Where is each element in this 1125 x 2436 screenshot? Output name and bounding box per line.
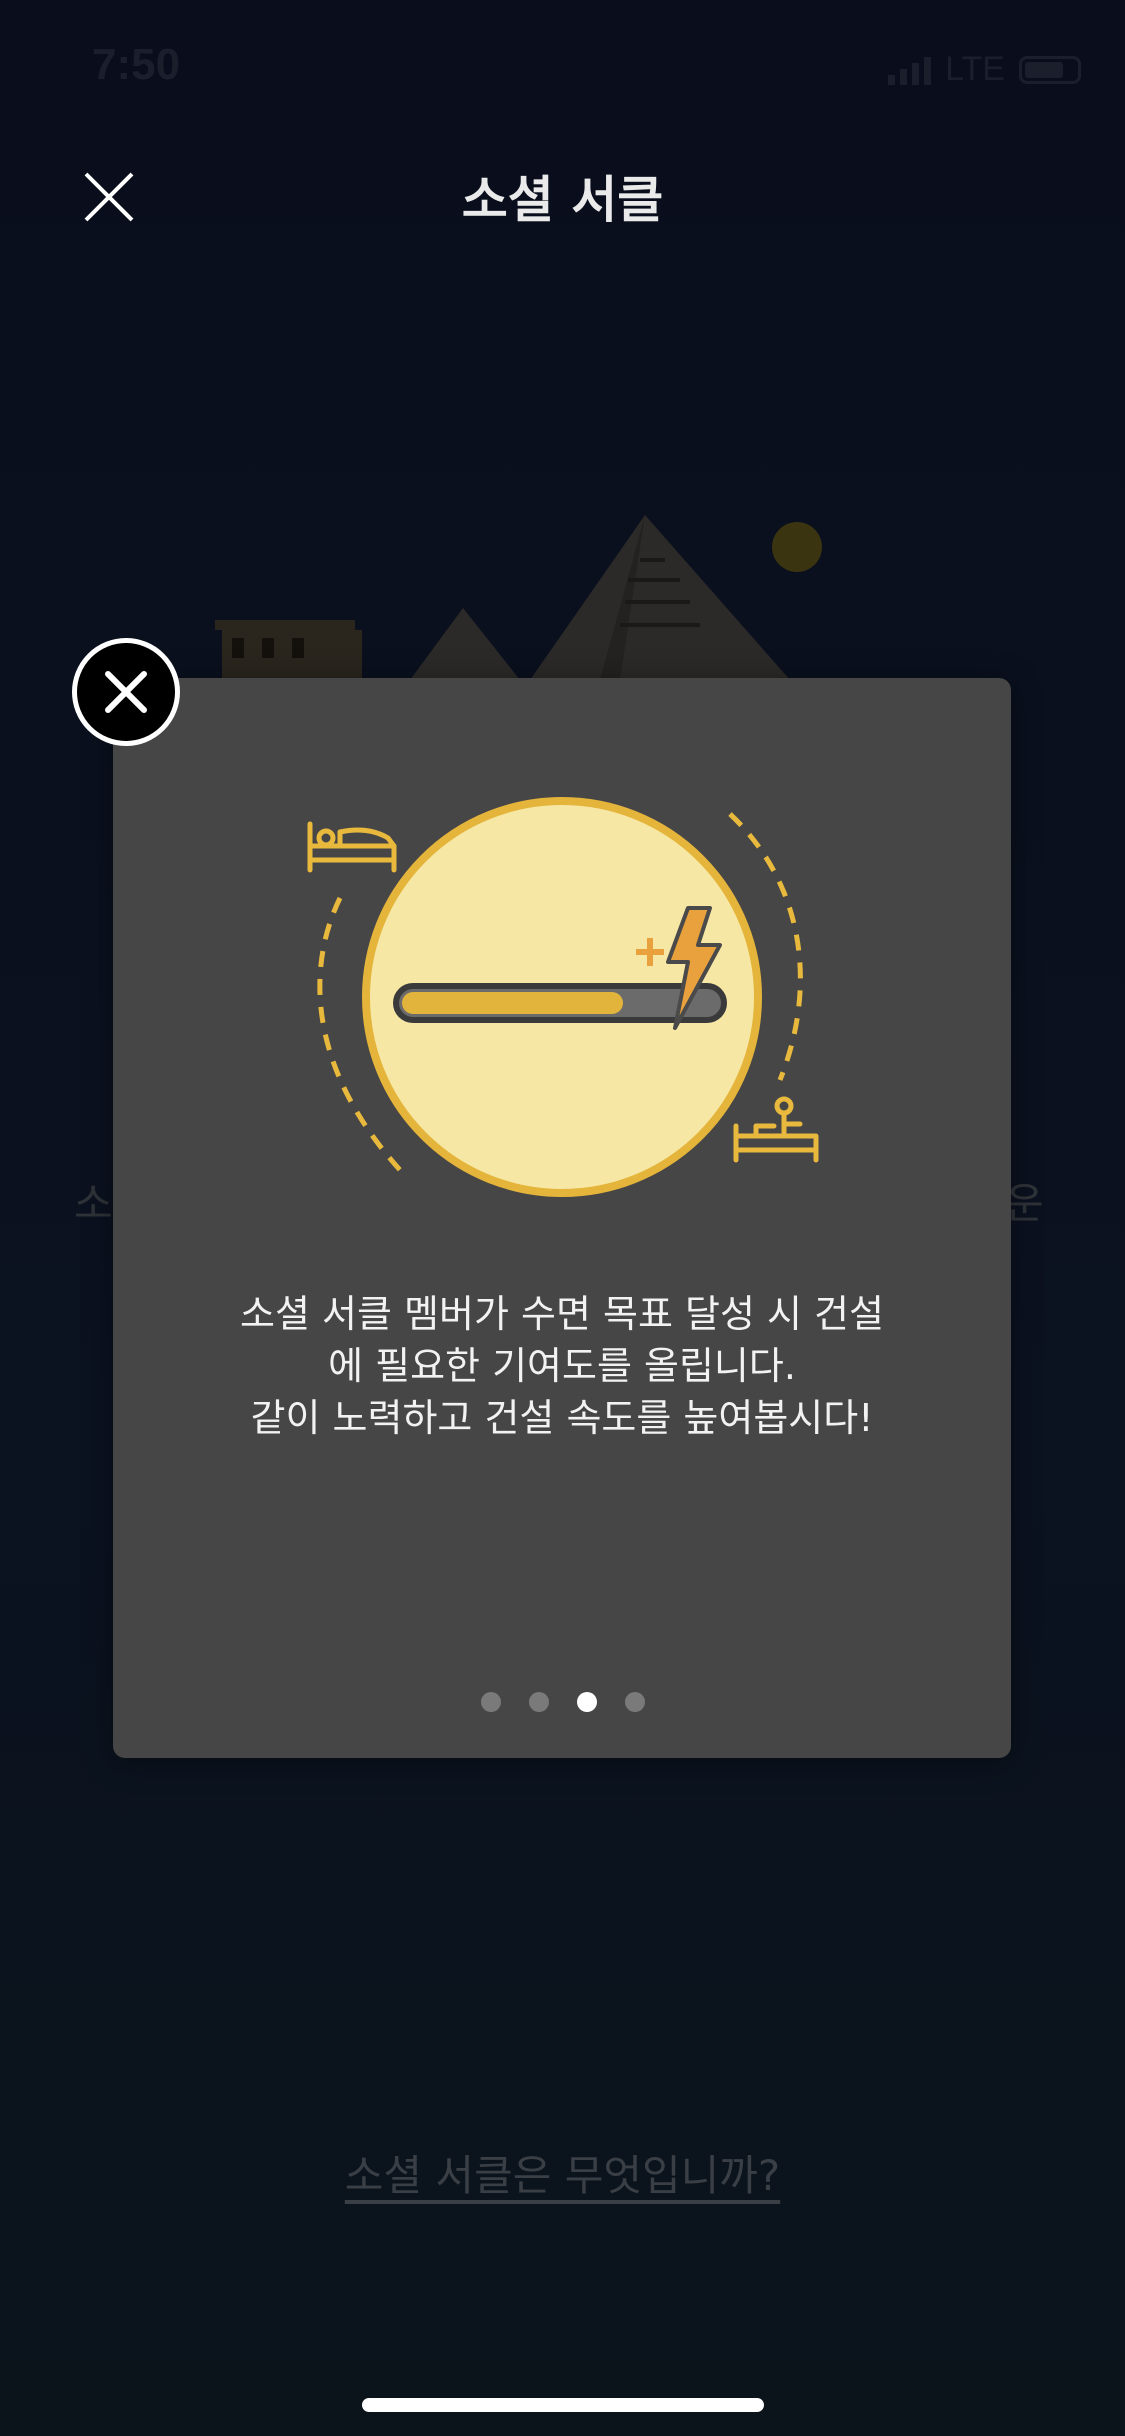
what-is-social-circle-link[interactable]: 소셜 서클은 무엇입니까? bbox=[0, 2142, 1125, 2203]
battery-icon bbox=[1019, 55, 1081, 84]
bed-waking-icon bbox=[733, 1096, 819, 1163]
status-indicators: LTE bbox=[888, 50, 1081, 89]
description-line: 같이 노력하고 건설 속도를 높여봅시다! bbox=[250, 1396, 874, 1440]
modal-close-button[interactable] bbox=[72, 638, 180, 746]
pagination-dot[interactable] bbox=[480, 1692, 501, 1712]
progress-bar-fill bbox=[402, 992, 623, 1014]
progress-illustration bbox=[307, 797, 819, 1197]
home-indicator[interactable] bbox=[362, 2398, 764, 2412]
pagination-dot[interactable] bbox=[528, 1692, 549, 1712]
signal-icon bbox=[888, 55, 932, 85]
close-circle-icon bbox=[105, 671, 147, 713]
network-label: LTE bbox=[945, 50, 1005, 88]
pagination-dot[interactable] bbox=[576, 1692, 597, 1712]
description-line: 에 필요한 기여도를 올립니다. bbox=[328, 1344, 796, 1388]
bed-sleeping-icon bbox=[307, 821, 397, 873]
pagination-dots bbox=[0, 1692, 1125, 1712]
modal-description: 소셜 서클 멤버가 수면 목표 달성 시 건설 에 필요한 기여도를 올립니다.… bbox=[113, 1288, 1011, 1444]
background-text-left: 소 bbox=[74, 1179, 113, 1228]
description-line: 소셜 서클 멤버가 수면 목표 달성 시 건설 bbox=[240, 1292, 884, 1336]
pagination-dot[interactable] bbox=[624, 1692, 645, 1712]
status-time: 7:50 bbox=[92, 40, 181, 89]
page-title: 소셜 서클 bbox=[461, 171, 664, 229]
